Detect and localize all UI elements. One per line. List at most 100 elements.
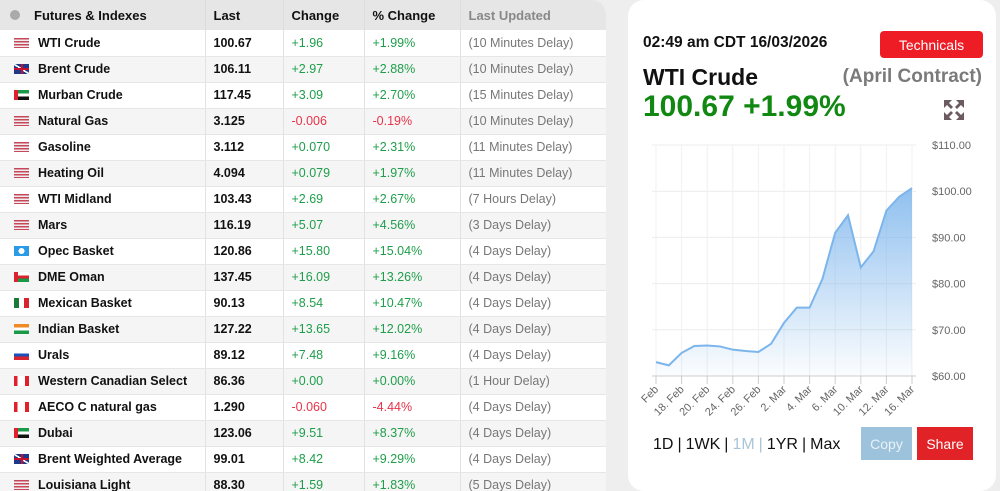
last-updated: (4 Days Delay) bbox=[460, 420, 606, 447]
table-row[interactable]: DME Oman 137.45 +16.09 +13.26% (4 Days D… bbox=[0, 264, 606, 291]
table-row[interactable]: AECO C natural gas 1.290 -0.060 -4.44% (… bbox=[0, 394, 606, 421]
instrument-name-cell[interactable]: WTI Midland bbox=[0, 186, 206, 213]
instrument-name[interactable]: Louisiana Light bbox=[38, 478, 130, 491]
instrument-name[interactable]: Brent Crude bbox=[38, 62, 110, 76]
instrument-name-cell[interactable]: Indian Basket bbox=[0, 316, 206, 343]
y-tick-label: $100.00 bbox=[932, 186, 972, 198]
header-last-updated[interactable]: Last Updated bbox=[460, 0, 606, 30]
instrument-name-cell[interactable]: WTI Crude bbox=[0, 30, 206, 57]
table-row[interactable]: Urals 89.12 +7.48 +9.16% (4 Days Delay) bbox=[0, 342, 606, 369]
last-updated: (10 Minutes Delay) bbox=[460, 108, 606, 135]
x-tick-label: 2. Mar bbox=[759, 383, 790, 414]
price-change: 100.67 +1.99% bbox=[643, 90, 846, 123]
table-row[interactable]: Brent Weighted Average 99.01 +8.42 +9.29… bbox=[0, 446, 606, 473]
instrument-name[interactable]: AECO C natural gas bbox=[38, 400, 157, 414]
instrument-name[interactable]: Gasoline bbox=[38, 140, 91, 154]
instrument-name[interactable]: Brent Weighted Average bbox=[38, 452, 182, 466]
flag-uk-icon bbox=[14, 64, 29, 74]
last-price: 4.094 bbox=[205, 160, 284, 187]
pct-change-value: +0.00% bbox=[364, 368, 461, 395]
header-change[interactable]: Change bbox=[283, 0, 365, 30]
table-row[interactable]: Western Canadian Select 86.36 +0.00 +0.0… bbox=[0, 368, 606, 395]
instrument-name-cell[interactable]: Opec Basket bbox=[0, 238, 206, 265]
range-max[interactable]: Max bbox=[810, 436, 840, 453]
instrument-name-cell[interactable]: Murban Crude bbox=[0, 82, 206, 109]
table-row[interactable]: Natural Gas 3.125 -0.006 -0.19% (10 Minu… bbox=[0, 108, 606, 135]
range-1m[interactable]: 1M bbox=[732, 436, 754, 453]
table-row[interactable]: Opec Basket 120.86 +15.80 +15.04% (4 Day… bbox=[0, 238, 606, 265]
change-value: +16.09 bbox=[283, 264, 365, 291]
copy-button[interactable]: Copy bbox=[861, 427, 912, 460]
range-1wk[interactable]: 1WK bbox=[686, 436, 721, 453]
instrument-name[interactable]: DME Oman bbox=[38, 270, 105, 284]
last-updated: (4 Days Delay) bbox=[460, 290, 606, 317]
pct-change-value: +9.29% bbox=[364, 446, 461, 473]
instrument-name-cell[interactable]: Western Canadian Select bbox=[0, 368, 206, 395]
table-row[interactable]: Heating Oil 4.094 +0.079 +1.97% (11 Minu… bbox=[0, 160, 606, 187]
instrument-name-cell[interactable]: DME Oman bbox=[0, 264, 206, 291]
instrument-name[interactable]: Western Canadian Select bbox=[38, 374, 187, 388]
pct-change-value: -4.44% bbox=[364, 394, 461, 421]
pct-change-value: +9.16% bbox=[364, 342, 461, 369]
instrument-name-cell[interactable]: AECO C natural gas bbox=[0, 394, 206, 421]
header-pct-change[interactable]: % Change bbox=[364, 0, 461, 30]
last-price: 99.01 bbox=[205, 446, 284, 473]
table-row[interactable]: Gasoline 3.112 +0.070 +2.31% (11 Minutes… bbox=[0, 134, 606, 161]
pct-change-value: +4.56% bbox=[364, 212, 461, 239]
instrument-name[interactable]: Indian Basket bbox=[38, 322, 119, 336]
technicals-button[interactable]: Technicals bbox=[880, 31, 983, 58]
header-name[interactable]: Futures & Indexes bbox=[0, 0, 206, 30]
instrument-name-cell[interactable]: Dubai bbox=[0, 420, 206, 447]
instrument-name[interactable]: WTI Crude bbox=[38, 36, 101, 50]
flag-ae-icon bbox=[14, 90, 29, 100]
instrument-name[interactable]: Dubai bbox=[38, 426, 73, 440]
table-row[interactable]: Murban Crude 117.45 +3.09 +2.70% (15 Min… bbox=[0, 82, 606, 109]
instrument-name-cell[interactable]: Gasoline bbox=[0, 134, 206, 161]
futures-table: Futures & Indexes Last Change % Change L… bbox=[0, 0, 606, 491]
change-value: -0.060 bbox=[283, 394, 365, 421]
last-price: 123.06 bbox=[205, 420, 284, 447]
instrument-name[interactable]: WTI Midland bbox=[38, 192, 112, 206]
instrument-name-cell[interactable]: Mexican Basket bbox=[0, 290, 206, 317]
table-row[interactable]: Mars 116.19 +5.07 +4.56% (3 Days Delay) bbox=[0, 212, 606, 239]
expand-icon[interactable] bbox=[944, 100, 964, 120]
instrument-name-cell[interactable]: Heating Oil bbox=[0, 160, 206, 187]
range-1yr[interactable]: 1YR bbox=[767, 436, 798, 453]
last-price: 116.19 bbox=[205, 212, 284, 239]
instrument-name-cell[interactable]: Mars bbox=[0, 212, 206, 239]
table-row[interactable]: Brent Crude 106.11 +2.97 +2.88% (10 Minu… bbox=[0, 56, 606, 83]
table-row[interactable]: WTI Crude 100.67 +1.96 +1.99% (10 Minute… bbox=[0, 30, 606, 57]
last-updated: (3 Days Delay) bbox=[460, 212, 606, 239]
timestamp: 02:49 am CDT 16/03/2026 bbox=[643, 34, 828, 51]
instrument-name-cell[interactable]: Natural Gas bbox=[0, 108, 206, 135]
pct-change-value: +15.04% bbox=[364, 238, 461, 265]
flag-ae-icon bbox=[14, 428, 29, 438]
instrument-name-cell[interactable]: Urals bbox=[0, 342, 206, 369]
instrument-name[interactable]: Opec Basket bbox=[38, 244, 114, 258]
table-row[interactable]: WTI Midland 103.43 +2.69 +2.67% (7 Hours… bbox=[0, 186, 606, 213]
range-selector: 1D | 1WK | 1M | 1YR | Max bbox=[653, 436, 844, 454]
instrument-name[interactable]: Mexican Basket bbox=[38, 296, 132, 310]
change-value: +2.97 bbox=[283, 56, 365, 83]
instrument-name[interactable]: Urals bbox=[38, 348, 69, 362]
instrument-name-cell[interactable]: Louisiana Light bbox=[0, 472, 206, 491]
share-button[interactable]: Share bbox=[917, 427, 973, 460]
last-price: 86.36 bbox=[205, 368, 284, 395]
instrument-name[interactable]: Mars bbox=[38, 218, 67, 232]
table-row[interactable]: Dubai 123.06 +9.51 +8.37% (4 Days Delay) bbox=[0, 420, 606, 447]
range-1d[interactable]: 1D bbox=[653, 436, 673, 453]
table-row[interactable]: Indian Basket 127.22 +13.65 +12.02% (4 D… bbox=[0, 316, 606, 343]
range-divider: | bbox=[724, 436, 729, 453]
instrument-name[interactable]: Murban Crude bbox=[38, 88, 123, 102]
last-price: 137.45 bbox=[205, 264, 284, 291]
instrument-name-cell[interactable]: Brent Crude bbox=[0, 56, 206, 83]
header-last[interactable]: Last bbox=[205, 0, 284, 30]
pct-change-value: +10.47% bbox=[364, 290, 461, 317]
instrument-name[interactable]: Natural Gas bbox=[38, 114, 108, 128]
instrument-name[interactable]: Heating Oil bbox=[38, 166, 104, 180]
table-row[interactable]: Mexican Basket 90.13 +8.54 +10.47% (4 Da… bbox=[0, 290, 606, 317]
change-value: +3.09 bbox=[283, 82, 365, 109]
instrument-name-cell[interactable]: Brent Weighted Average bbox=[0, 446, 206, 473]
table-row[interactable]: Louisiana Light 88.30 +1.59 +1.83% (5 Da… bbox=[0, 472, 606, 491]
change-value: +2.69 bbox=[283, 186, 365, 213]
